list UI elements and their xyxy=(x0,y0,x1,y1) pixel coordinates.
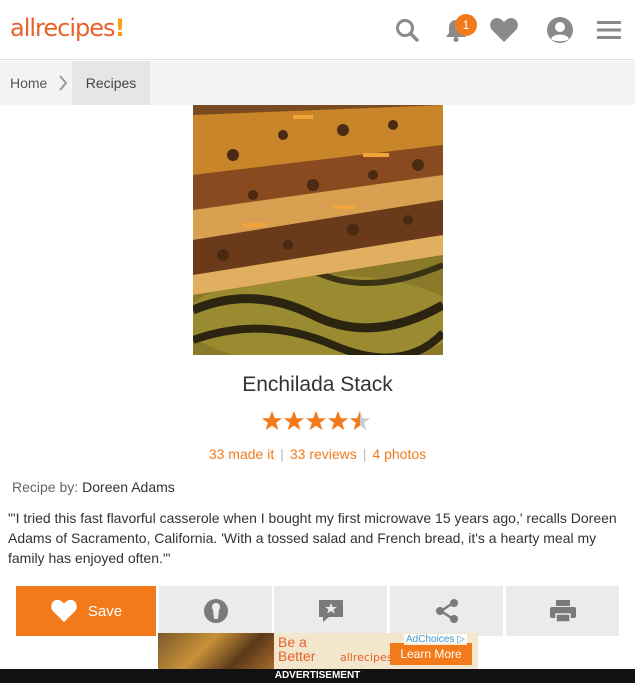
star-icon xyxy=(261,410,283,431)
share-button[interactable] xyxy=(390,586,503,636)
profile-icon[interactable] xyxy=(545,15,575,45)
made-it-icon xyxy=(203,599,228,623)
divider: | xyxy=(362,446,367,462)
advertisement-banner[interactable]: Be a Better allrecipes Learn More AdChoi… xyxy=(158,633,478,669)
ad-headline-line1: Be a xyxy=(278,634,307,650)
star-icon xyxy=(305,410,327,431)
save-button[interactable]: Save xyxy=(16,586,156,636)
save-label: Save xyxy=(87,602,123,620)
ad-choices-label: AdChoices xyxy=(406,634,455,645)
logo-mark: ! xyxy=(114,14,126,42)
ad-choices-link[interactable]: AdChoices ▷ xyxy=(404,634,467,645)
print-button[interactable] xyxy=(506,586,619,636)
recipe-photo[interactable] xyxy=(193,105,443,355)
recipe-title: Enchilada Stack xyxy=(242,373,393,396)
recipe-byline: Recipe by: Doreen Adams xyxy=(12,479,175,495)
review-button[interactable] xyxy=(274,586,387,636)
star-icon xyxy=(327,410,349,431)
search-icon[interactable] xyxy=(392,15,422,45)
recipe-stats: 33 made it | 33 reviews | 4 photos xyxy=(0,446,635,462)
heart-icon[interactable] xyxy=(489,15,519,45)
photos-link[interactable]: 4 photos xyxy=(372,446,426,462)
ad-headline-line2: Better xyxy=(278,648,316,664)
half-star-icon xyxy=(349,410,371,431)
divider: | xyxy=(280,446,284,462)
star-icon xyxy=(283,410,305,431)
author-link[interactable]: Doreen Adams xyxy=(82,479,175,495)
ad-brand-logo: allrecipes xyxy=(340,651,393,664)
rating-stars xyxy=(261,410,371,434)
chevron-right-icon xyxy=(57,73,69,98)
ad-image xyxy=(158,633,274,669)
breadcrumb: Home Recipes xyxy=(0,61,635,105)
breadcrumb-recipes[interactable]: Recipes xyxy=(72,61,150,105)
review-icon xyxy=(318,600,343,622)
recipe-description: "'I tried this fast flavorful casserole … xyxy=(8,510,617,566)
made-it-button[interactable] xyxy=(159,586,272,636)
site-header: allrecipes! 1 xyxy=(0,0,635,60)
logo-text: allrecipes xyxy=(10,14,116,42)
menu-icon[interactable] xyxy=(594,15,624,45)
ad-choices-icon: ▷ xyxy=(457,634,465,645)
made-it-count-link[interactable]: 33 made it xyxy=(209,446,274,462)
ad-headline: Be a Better xyxy=(278,635,315,663)
share-icon xyxy=(435,599,458,623)
breadcrumb-home[interactable]: Home xyxy=(10,75,47,91)
site-logo[interactable]: allrecipes! xyxy=(10,14,126,42)
ad-learn-more-button[interactable]: Learn More xyxy=(390,643,472,665)
print-icon xyxy=(549,600,576,623)
byline-label: Recipe by: xyxy=(12,479,79,495)
action-bar: Save xyxy=(0,577,635,637)
reviews-link[interactable]: 33 reviews xyxy=(290,446,357,462)
advertisement-label: ADVERTISEMENT xyxy=(0,669,635,683)
heart-icon xyxy=(51,599,77,623)
notification-badge: 1 xyxy=(455,14,477,36)
